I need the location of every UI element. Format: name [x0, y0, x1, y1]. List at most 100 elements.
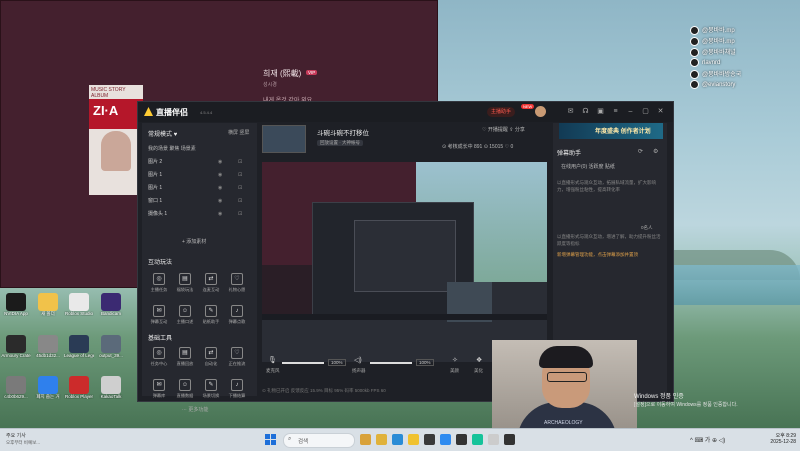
tool-item[interactable]: ♡ 礼物心愿 — [226, 269, 248, 299]
start-button[interactable] — [265, 434, 276, 445]
clock-date: 2025-12-28 — [770, 439, 796, 445]
visibility-icon[interactable]: ◉ — [218, 209, 222, 219]
refresh-icon[interactable]: ⟳ — [638, 148, 643, 155]
mic-icon[interactable]: 🎙 — [268, 356, 277, 364]
orientation-tabs[interactable]: 横屏 竖屏 — [228, 129, 249, 136]
stream-title[interactable]: 斗碗斗碗不打移位 — [317, 127, 369, 137]
tool-item[interactable]: ✉ 弹幕互动 — [148, 301, 170, 331]
kakao-icon — [690, 69, 699, 79]
tool-item[interactable]: ▤ 福袋玩法 — [174, 269, 196, 299]
visibility-icon[interactable]: ◉ — [218, 196, 222, 206]
headset-icon[interactable]: ☊ — [581, 107, 590, 116]
scene-item[interactable]: 图片 1 ◉ ⊡ — [148, 170, 248, 180]
desktop-icon[interactable]: 새 폴더 — [33, 293, 63, 317]
visibility-icon[interactable]: ◉ — [218, 170, 222, 180]
desktop-icon[interactable]: 폐지 줍는 거 — [33, 376, 63, 400]
lock-icon[interactable]: ⊡ — [238, 209, 242, 219]
desktop-icon[interactable]: Armoury Crate — [1, 335, 31, 358]
news-widget-title[interactable]: 주요 기사 — [6, 432, 26, 439]
system-tray[interactable]: ^ ⌨ 가 ⊕ ◁) — [690, 435, 725, 444]
maximize-icon[interactable]: ▢ — [641, 107, 650, 116]
tool-item[interactable]: ✎ 贴纸助手 — [200, 301, 222, 331]
mic-volume-slider[interactable] — [282, 362, 324, 364]
scene-item[interactable]: 摄像头 1 ◉ ⊡ — [148, 209, 248, 219]
settings-icon[interactable]: ⚙ — [653, 148, 658, 155]
taskbar-search[interactable]: ⌕ 검색 — [283, 433, 355, 448]
add-material-button[interactable]: + 添加素材 — [182, 238, 206, 245]
close-icon[interactable]: ✕ — [656, 107, 665, 116]
effect-icon[interactable]: ❖ — [476, 356, 482, 364]
scene-item[interactable]: 图片 2 ◉ ⊡ — [148, 157, 248, 167]
app-icon[interactable] — [472, 434, 483, 445]
tool-item[interactable]: ⇄ 连麦互动 — [200, 269, 222, 299]
lock-icon[interactable]: ⊡ — [238, 196, 242, 206]
desktop-icon[interactable]: output_39... — [96, 335, 126, 358]
stream-cover-thumbnail[interactable] — [262, 125, 306, 153]
gift-icon[interactable]: ▣ — [596, 107, 605, 116]
search-icon: ⌕ — [288, 436, 292, 442]
more-features-button[interactable]: ⋯ 更多功能 — [182, 406, 208, 413]
lock-icon[interactable]: ⊡ — [238, 183, 242, 193]
scene-item[interactable]: 图片 1 ◉ ⊡ — [148, 183, 248, 193]
lock-icon[interactable]: ⊡ — [238, 157, 242, 167]
tool-item[interactable]: ♪ 下播结算 — [226, 375, 248, 405]
lock-icon[interactable]: ⊡ — [238, 170, 242, 180]
tool-item[interactable]: ✎ 场景切换 — [200, 375, 222, 405]
desktop-icon[interactable]: League of Legends — [64, 335, 94, 358]
message-icon[interactable]: ✉ — [566, 107, 575, 116]
desktop-icon-label: 폐지 줍는 거 — [36, 394, 60, 399]
speaker-icon[interactable]: ◁) — [354, 356, 362, 364]
visibility-icon[interactable]: ◉ — [218, 183, 222, 193]
desktop-icon[interactable]: Roblox Studio — [64, 293, 94, 316]
stream-preview[interactable] — [262, 162, 547, 362]
tool-label: 礼物心愿 — [228, 287, 246, 292]
app-titlebar[interactable]: 直播伴侣 4.5.4.4 主播助手 NEW ✉ ☊ ▣ ≡ – ▢ ✕ — [138, 102, 673, 122]
danmu-tabs[interactable]: 在线用户(0) 活跃度 贴纸 — [561, 163, 615, 170]
stream-tag[interactable]: 回放设置 · 大神帐号 — [317, 140, 363, 146]
minimize-icon[interactable]: – — [626, 107, 635, 116]
beauty-icon[interactable]: ✧ — [452, 356, 458, 364]
desktop-icon[interactable]: Bandicam — [96, 293, 126, 316]
explorer-icon[interactable] — [360, 434, 371, 445]
news-widget-desc[interactable]: 오후부터 비예보... — [6, 440, 40, 446]
files-icon[interactable] — [408, 434, 419, 445]
obs-icon[interactable] — [504, 434, 515, 445]
tool-item[interactable]: ⇄ 自动化 — [200, 343, 222, 373]
desktop-icon[interactable]: c4b0b629... — [1, 376, 31, 399]
tool-item[interactable]: ☺ 直播数据 — [174, 375, 196, 405]
desktop-icon[interactable]: 45db1d32... — [33, 335, 63, 358]
tool-item[interactable]: ✉ 弹幕库 — [148, 375, 170, 405]
visibility-icon[interactable]: ◉ — [218, 157, 222, 167]
banner-text: 年度盛典 创作者计划 — [595, 129, 651, 135]
chrome-icon[interactable] — [456, 434, 467, 445]
edge-icon[interactable] — [392, 434, 403, 445]
artist-name[interactable]: 성시경 — [263, 81, 277, 88]
desktop-icon[interactable]: Roblox Player — [64, 376, 94, 399]
tool-item[interactable]: ◎ 任务中心 — [148, 343, 170, 373]
social-handle: @뭉바바채널 — [690, 47, 736, 57]
event-banner[interactable]: 年度盛典 创作者计划 — [559, 123, 663, 139]
social-label: @evianstory — [702, 82, 736, 89]
effect-button[interactable]: 美化 — [474, 368, 483, 374]
user-avatar[interactable] — [535, 106, 546, 117]
stream-actions[interactable]: ♡ 开播提醒 ⇪ 分享 — [482, 126, 525, 133]
terminal-icon[interactable] — [424, 434, 435, 445]
tool-item[interactable]: ♡ 正在推流 — [226, 343, 248, 373]
store-icon[interactable] — [440, 434, 451, 445]
desktop-icon[interactable]: KakaoTalk — [96, 376, 126, 399]
tool-item[interactable]: ◎ 主播任务 — [148, 269, 170, 299]
tool-item[interactable]: ☺ 主播口述 — [174, 301, 196, 331]
speaker-volume-slider[interactable] — [370, 362, 412, 364]
scene-item[interactable]: 窗口 1 ◉ ⊡ — [148, 196, 248, 206]
media-icon[interactable] — [488, 434, 499, 445]
tool-item[interactable]: ♪ 弹幕点歌 — [226, 301, 248, 331]
streamer-assistant-button[interactable]: 主播助手 — [487, 107, 516, 117]
tool-item[interactable]: ▤ 直播回放 — [174, 343, 196, 373]
beauty-button[interactable]: 美颜 — [450, 368, 459, 374]
desktop-icon[interactable]: NVIDIA App — [1, 293, 31, 316]
folder-icon[interactable] — [376, 434, 387, 445]
clock[interactable]: 오후 8:29 2025-12-28 — [758, 432, 796, 445]
scene-tabs[interactable]: 我的场景 聚焦 场景素 — [148, 145, 196, 152]
mode-label[interactable]: 常规模式 ♥ — [148, 129, 177, 138]
menu-icon[interactable]: ≡ — [611, 107, 620, 116]
